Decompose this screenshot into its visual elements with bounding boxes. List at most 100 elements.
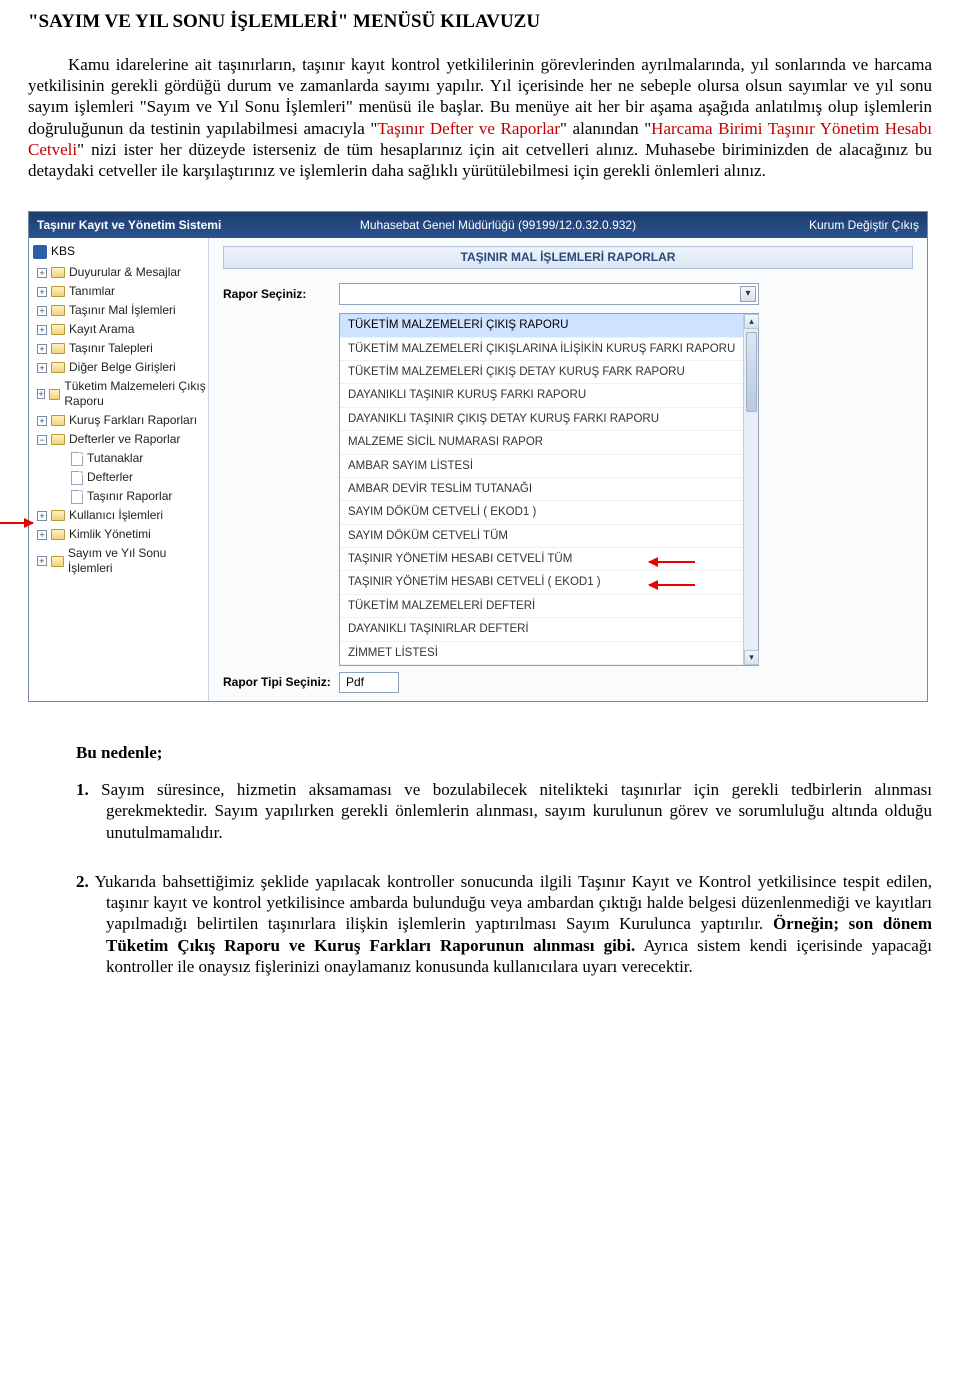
tree-label: Tutanaklar — [87, 451, 143, 466]
tree-item-tüketim-malzemeleri-çıkış-raporu[interactable]: + Tüketim Malzemeleri Çıkış Raporu — [31, 377, 206, 411]
plus-icon[interactable]: + — [37, 306, 47, 316]
tree-item-kayıt-arama[interactable]: + Kayıt Arama — [31, 320, 206, 339]
folder-icon — [51, 343, 65, 354]
folder-icon — [51, 415, 65, 426]
plus-icon[interactable]: + — [37, 530, 47, 540]
tree-label: Tüketim Malzemeleri Çıkış Raporu — [64, 379, 206, 409]
dropdown-option[interactable]: SAYIM DÖKÜM CETVELİ ( EKOD1 ) — [340, 501, 758, 524]
tree-item-sayım-ve-yıl-sonu-i-şlemleri[interactable]: + Sayım ve Yıl Sonu İşlemleri — [31, 544, 206, 578]
scroll-down-icon[interactable]: ▾ — [744, 650, 759, 665]
tree-item-defterler-ve-raporlar[interactable]: − Defterler ve Raporlar — [31, 430, 206, 449]
chevron-down-icon[interactable]: ▾ — [740, 286, 756, 302]
folder-icon — [49, 389, 60, 400]
dropdown-option[interactable]: TÜKETİM MALZEMELERİ ÇIKIŞ DETAY KURUŞ FA… — [340, 361, 758, 384]
folder-icon — [51, 510, 65, 521]
list-item-2: 2. Yukarıda bahsettiğimiz şeklide yapıla… — [76, 871, 932, 977]
panel-title: TAŞINIR MAL İŞLEMLERİ RAPORLAR — [223, 246, 913, 269]
tree-child-taşınır-raporlar[interactable]: Taşınır Raporlar — [31, 487, 206, 506]
rapor-tipi-value[interactable]: Pdf — [339, 672, 399, 693]
annotation-arrow-right-1 — [649, 561, 695, 563]
tree-root[interactable]: KBS — [31, 242, 206, 263]
tree-child-tutanaklar[interactable]: Tutanaklar — [31, 449, 206, 468]
main-panel: TAŞINIR MAL İŞLEMLERİ RAPORLAR Rapor Seç… — [209, 238, 927, 701]
tree-label: Taşınır Talepleri — [69, 341, 153, 356]
tree-item-taşınır-talepleri[interactable]: + Taşınır Talepleri — [31, 339, 206, 358]
page-icon — [71, 471, 83, 485]
rapor-select[interactable]: ▾ — [339, 283, 759, 305]
scrollbar[interactable]: ▴ ▾ — [743, 314, 758, 665]
kbs-icon — [33, 245, 47, 259]
dropdown-option[interactable]: DAYANIKLI TAŞINIR KURUŞ FARKI RAPORU — [340, 384, 758, 407]
folder-icon — [51, 324, 65, 335]
tree-label: Kuruş Farkları Raporları — [69, 413, 197, 428]
tree-label: Taşınır Mal İşlemleri — [69, 303, 176, 318]
folder-icon — [51, 286, 65, 297]
tree-item-diğer-belge-girişleri[interactable]: + Diğer Belge Girişleri — [31, 358, 206, 377]
dropdown-option[interactable]: TÜKETİM MALZEMELERİ DEFTERİ — [340, 595, 758, 618]
app-title: Taşınır Kayıt ve Yönetim Sistemi — [37, 218, 237, 233]
tree-label: Kimlik Yönetimi — [69, 527, 151, 542]
plus-icon[interactable]: + — [37, 287, 47, 297]
tree-item-duyurular-mesajlar[interactable]: + Duyurular & Mesajlar — [31, 263, 206, 282]
tree-item-kimlik-yönetimi[interactable]: + Kimlik Yönetimi — [31, 525, 206, 544]
sub-heading: Bu nedenle; — [76, 742, 932, 763]
intro-paragraph: Kamu idarelerine ait taşınırların, taşın… — [28, 54, 932, 182]
plus-icon[interactable]: + — [37, 416, 47, 426]
rapor-dropdown[interactable]: TÜKETİM MALZEMELERİ ÇIKIŞ RAPORUTÜKETİM … — [339, 313, 759, 666]
tree-item-kullanıcı-i-şlemleri[interactable]: + Kullanıcı İşlemleri — [31, 506, 206, 525]
tree-item-taşınır-mal-i-şlemleri[interactable]: + Taşınır Mal İşlemleri — [31, 301, 206, 320]
dropdown-option[interactable]: TAŞINIR YÖNETİM HESABI CETVELİ TÜM — [340, 548, 758, 571]
folder-icon — [51, 529, 65, 540]
folder-icon — [51, 267, 65, 278]
folder-icon — [51, 434, 65, 445]
plus-icon[interactable]: + — [37, 389, 45, 399]
scroll-thumb[interactable] — [746, 332, 757, 412]
app-header-actions[interactable]: Kurum Değiştir Çıkış — [759, 218, 919, 233]
tree-child-defterler[interactable]: Defterler — [31, 468, 206, 487]
app-header: Taşınır Kayıt ve Yönetim Sistemi Muhaseb… — [29, 212, 927, 238]
tree-label: Duyurular & Mesajlar — [69, 265, 181, 280]
app-subtitle: Muhasebat Genel Müdürlüğü (99199/12.0.32… — [237, 218, 759, 233]
dropdown-option[interactable]: TÜKETİM MALZEMELERİ ÇIKIŞLARINA İLİŞİKİN… — [340, 338, 758, 361]
tree-item-kuruş-farkları-raporları[interactable]: + Kuruş Farkları Raporları — [31, 411, 206, 430]
annotation-arrow-right-2 — [649, 584, 695, 586]
tree-label: Defterler — [87, 470, 133, 485]
dropdown-option[interactable]: AMBAR DEVİR TESLİM TUTANAĞI — [340, 478, 758, 501]
document-title: "SAYIM VE YIL SONU İŞLEMLERİ" MENÜSÜ KIL… — [28, 10, 932, 34]
dropdown-option[interactable]: DAYANIKLI TAŞINIR ÇIKIŞ DETAY KURUŞ FARK… — [340, 408, 758, 431]
page-icon — [71, 490, 83, 504]
tree-label: Kayıt Arama — [69, 322, 134, 337]
minus-icon[interactable]: − — [37, 435, 47, 445]
dropdown-option[interactable]: ZİMMET LİSTESİ — [340, 642, 758, 665]
tree-label: Diğer Belge Girişleri — [69, 360, 176, 375]
plus-icon[interactable]: + — [37, 344, 47, 354]
dropdown-option[interactable]: SAYIM DÖKÜM CETVELİ TÜM — [340, 525, 758, 548]
tree-label: Defterler ve Raporlar — [69, 432, 180, 447]
tree-label: Taşınır Raporlar — [87, 489, 172, 504]
folder-icon — [51, 556, 64, 567]
page-icon — [71, 452, 83, 466]
list-item-1: 1. Sayım süresince, hizmetin aksamaması … — [76, 779, 932, 843]
tree-label: Kullanıcı İşlemleri — [69, 508, 163, 523]
rapor-tipi-label: Rapor Tipi Seçiniz: — [223, 675, 333, 690]
tree-label: Sayım ve Yıl Sonu İşlemleri — [68, 546, 206, 576]
annotation-arrow-left — [0, 522, 33, 524]
tree-root-label: KBS — [51, 244, 75, 259]
dropdown-option[interactable]: TAŞINIR YÖNETİM HESABI CETVELİ ( EKOD1 ) — [340, 571, 758, 594]
tree-label: Tanımlar — [69, 284, 115, 299]
app-screenshot: Taşınır Kayıt ve Yönetim Sistemi Muhaseb… — [28, 211, 928, 702]
plus-icon[interactable]: + — [37, 268, 47, 278]
dropdown-option[interactable]: TÜKETİM MALZEMELERİ ÇIKIŞ RAPORU — [340, 314, 758, 337]
scroll-up-icon[interactable]: ▴ — [744, 314, 759, 329]
plus-icon[interactable]: + — [37, 556, 47, 566]
plus-icon[interactable]: + — [37, 325, 47, 335]
plus-icon[interactable]: + — [37, 511, 47, 521]
dropdown-option[interactable]: MALZEME SİCİL NUMARASI RAPOR — [340, 431, 758, 454]
sidebar: KBS + Duyurular & Mesajlar + Tanımlar + Taşın… — [29, 238, 209, 701]
rapor-seciniz-label: Rapor Seçiniz: — [223, 287, 333, 302]
plus-icon[interactable]: + — [37, 363, 47, 373]
dropdown-option[interactable]: DAYANIKLI TAŞINIRLAR DEFTERİ — [340, 618, 758, 641]
tree-item-tanımlar[interactable]: + Tanımlar — [31, 282, 206, 301]
folder-icon — [51, 305, 65, 316]
dropdown-option[interactable]: AMBAR SAYIM LİSTESİ — [340, 455, 758, 478]
